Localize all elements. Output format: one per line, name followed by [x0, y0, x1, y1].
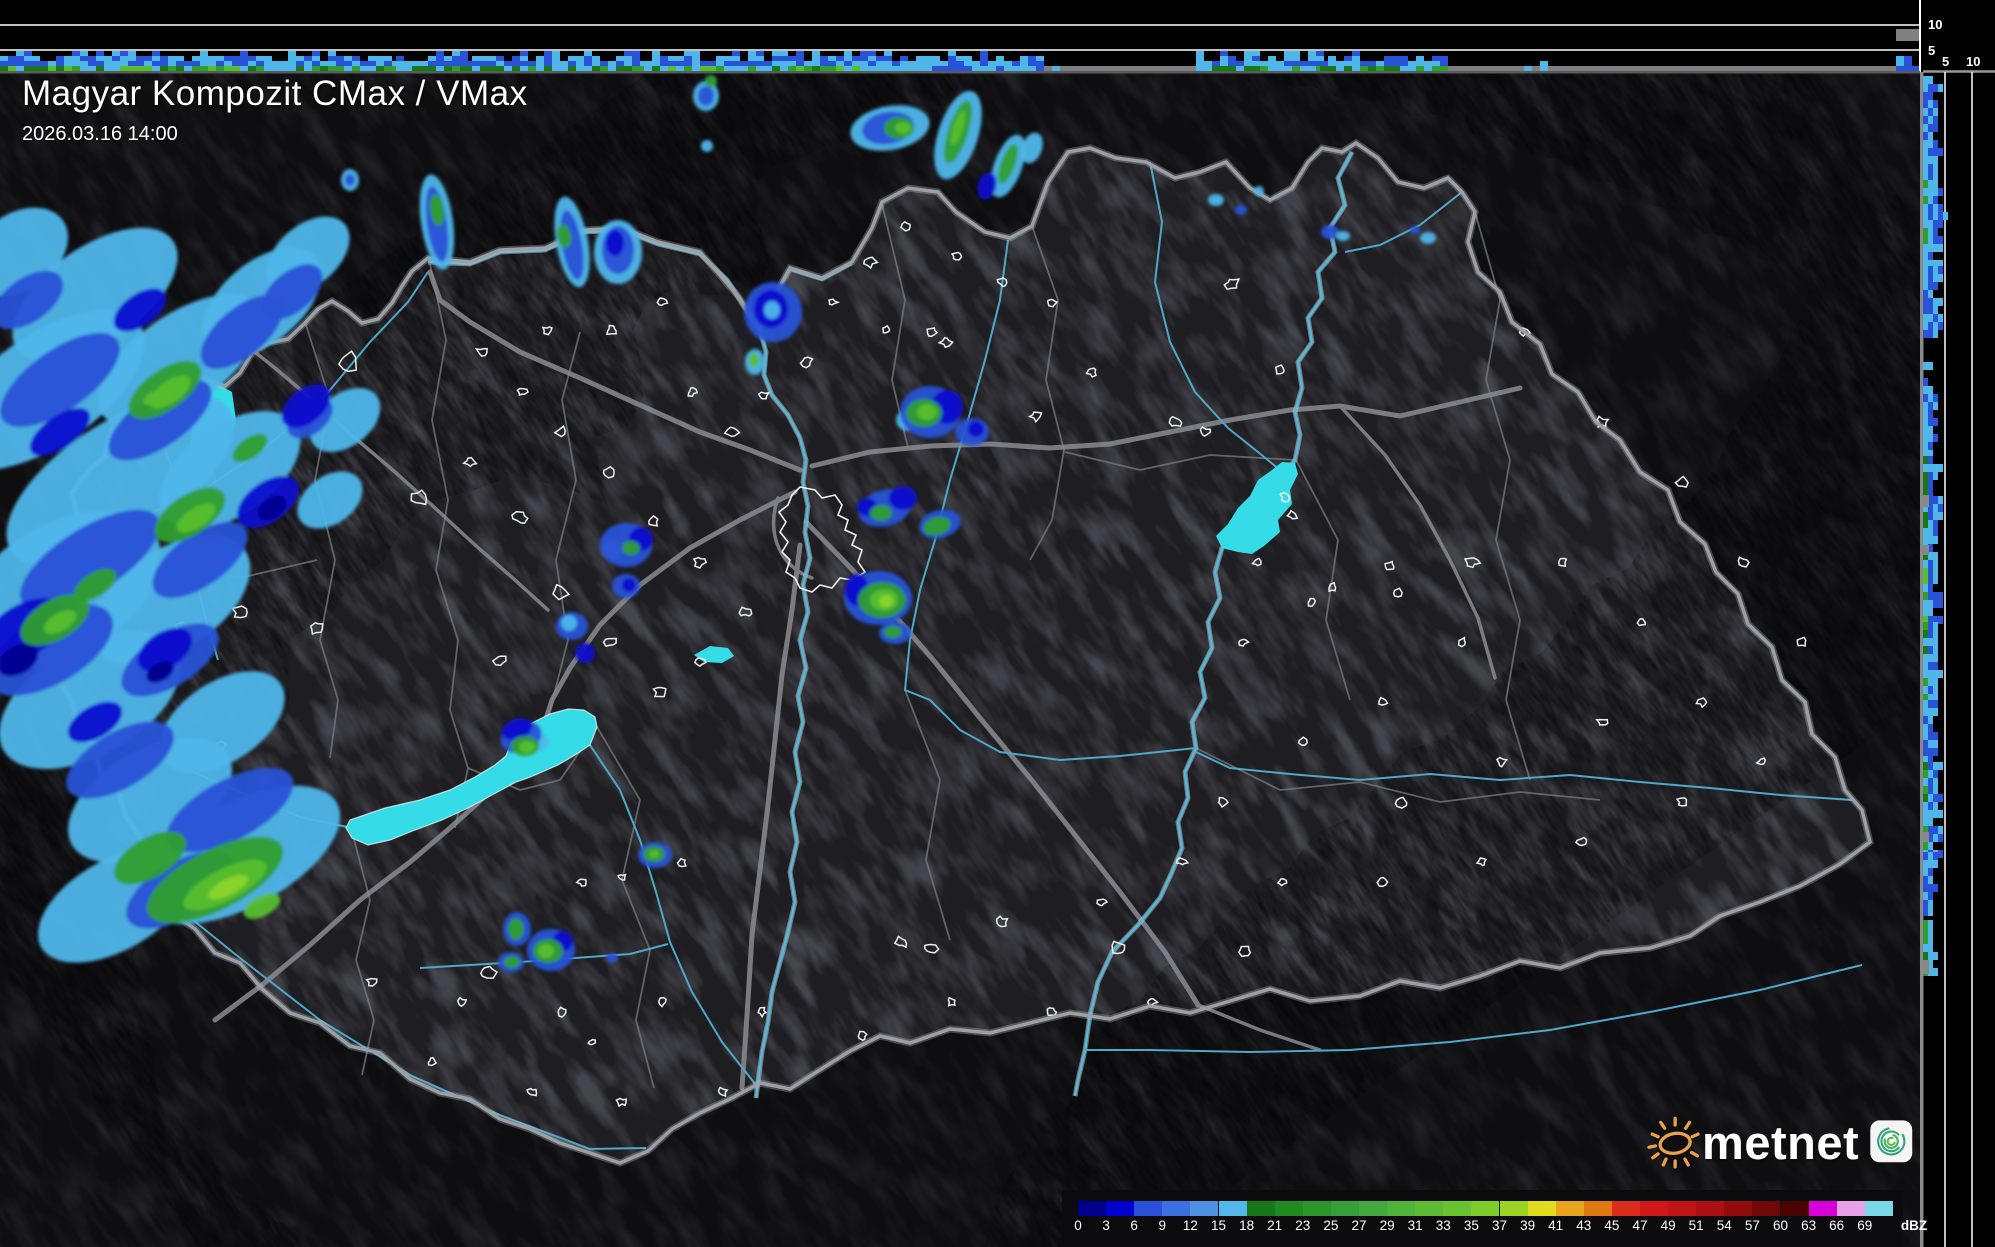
legend-color-cell [1809, 1201, 1837, 1216]
legend-tick-label: 35 [1464, 1218, 1479, 1233]
legend-tick-label: 60 [1773, 1218, 1788, 1233]
legend-color-cell [1387, 1201, 1415, 1216]
legend-tick-label: 3 [1102, 1218, 1110, 1233]
legend-color-cell [1303, 1201, 1331, 1216]
legend-tick-label: 45 [1604, 1218, 1619, 1233]
legend-color-cell [1865, 1201, 1893, 1216]
legend-color-cell [1359, 1201, 1387, 1216]
legend-tick-label: 23 [1295, 1218, 1310, 1233]
legend-color-cell [1078, 1201, 1106, 1216]
legend-color-cell [1134, 1201, 1162, 1216]
legend-color-cell [1190, 1201, 1218, 1216]
legend-color-cell [1752, 1201, 1780, 1216]
legend-color-cell [1415, 1201, 1443, 1216]
legend-tick-label: 39 [1520, 1218, 1535, 1233]
legend-tick-label: 66 [1829, 1218, 1844, 1233]
legend-color-cell [1219, 1201, 1247, 1216]
legend-color-cell [1837, 1201, 1865, 1216]
legend-tick-label: 12 [1183, 1218, 1198, 1233]
right-height-axis-label: 10 [1966, 54, 1980, 69]
legend-color-cell [1640, 1201, 1668, 1216]
legend-color-cell [1668, 1201, 1696, 1216]
legend-tick-label: 63 [1801, 1218, 1816, 1233]
legend-tick-label: 15 [1211, 1218, 1226, 1233]
legend-color-cell [1500, 1201, 1528, 1216]
legend-color-cell [1724, 1201, 1752, 1216]
legend-tick-label: 31 [1408, 1218, 1423, 1233]
legend-tick-label: 25 [1323, 1218, 1338, 1233]
legend-tick-label: 21 [1267, 1218, 1282, 1233]
legend-tick-label: 57 [1745, 1218, 1760, 1233]
legend-tick-label: 41 [1548, 1218, 1563, 1233]
legend-color-cell [1106, 1201, 1134, 1216]
legend-tick-label: 6 [1130, 1218, 1138, 1233]
legend-color-cell [1331, 1201, 1359, 1216]
legend-color-cell [1443, 1201, 1471, 1216]
legend-color-cell [1612, 1201, 1640, 1216]
legend-tick-label: 0 [1074, 1218, 1082, 1233]
top-height-axis-label: 10 [1928, 17, 1942, 32]
legend-color-cell [1275, 1201, 1303, 1216]
legend-color-cell [1528, 1201, 1556, 1216]
right-height-axis-label: 5 [1942, 54, 1949, 69]
legend-color-cell [1584, 1201, 1612, 1216]
legend-tick-label: 51 [1689, 1218, 1704, 1233]
legend-tick-label: 47 [1632, 1218, 1647, 1233]
legend-tick-label: 9 [1159, 1218, 1167, 1233]
legend-tick-label: 43 [1576, 1218, 1591, 1233]
legend-tick-label: 27 [1351, 1218, 1366, 1233]
legend-tick-label: 37 [1492, 1218, 1507, 1233]
legend-color-cell [1556, 1201, 1584, 1216]
dbz-color-scale: 0369121518212325272931333537394143454749… [1062, 1190, 1903, 1247]
radar-scene: 105510 [0, 0, 1995, 1247]
map-area [0, 0, 1995, 1247]
legend-color-cell [1781, 1201, 1809, 1216]
legend-color-cell [1247, 1201, 1275, 1216]
legend-tick-label: 33 [1436, 1218, 1451, 1233]
legend-tick-label: 49 [1661, 1218, 1676, 1233]
top-height-axis-label: 5 [1928, 43, 1935, 58]
legend-unit-label: dBZ [1901, 1218, 1927, 1233]
legend-color-cell [1696, 1201, 1724, 1216]
legend-tick-label: 29 [1380, 1218, 1395, 1233]
legend-tick-label: 18 [1239, 1218, 1254, 1233]
legend-tick-label: 54 [1717, 1218, 1732, 1233]
radar-composite-app: 105510 Magyar Kompozit CMax / VMax 2026.… [0, 0, 1995, 1247]
legend-color-cell [1471, 1201, 1499, 1216]
legend-tick-label: 69 [1857, 1218, 1872, 1233]
legend-color-cell [1162, 1201, 1190, 1216]
